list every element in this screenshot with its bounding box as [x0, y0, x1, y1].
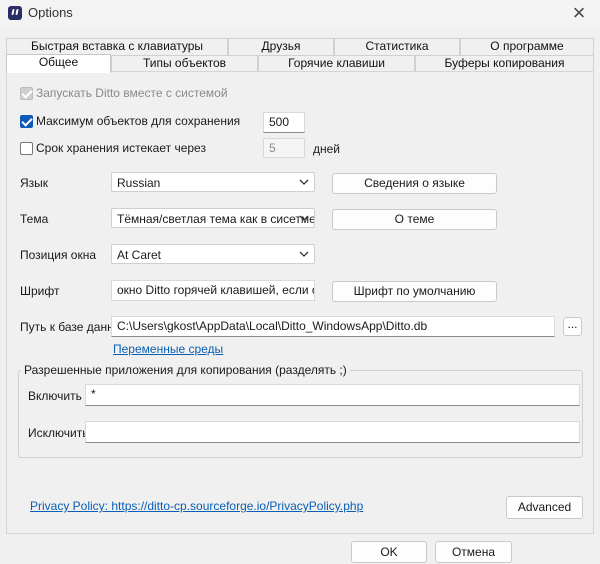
exclude-apps-input[interactable] — [85, 421, 580, 443]
default-font-button[interactable]: Шрифт по умолчанию — [332, 281, 497, 302]
font-preview-field[interactable]: окно Ditto горячей клавишей, если оно — [111, 280, 315, 301]
tab-hotkeys[interactable]: Горячие клавиши — [258, 55, 415, 72]
cancel-button[interactable]: Отмена — [435, 541, 512, 563]
theme-value: Тёмная/светлая тема как в сисетме — [117, 212, 315, 226]
db-path-input[interactable]: C:\Users\gkost\AppData\Local\Ditto_Windo… — [111, 316, 555, 337]
expire-checkbox[interactable] — [20, 142, 33, 155]
window-position-select[interactable]: At Caret — [111, 244, 315, 264]
language-select[interactable]: Russian — [111, 172, 315, 192]
title-bar: Options × — [0, 0, 600, 30]
advanced-button[interactable]: Advanced — [506, 496, 583, 519]
max-items-checkbox[interactable] — [20, 115, 33, 128]
language-label: Язык — [20, 176, 49, 190]
tab-quick-paste[interactable]: Быстрая вставка с клавиатуры — [6, 38, 228, 55]
chevron-down-icon — [299, 215, 309, 221]
language-info-button[interactable]: Сведения о языке — [332, 173, 497, 194]
expire-label: Срок хранения истекает через — [36, 141, 206, 155]
browse-db-button[interactable]: ... — [563, 317, 582, 336]
exclude-label: Исключить — [28, 426, 89, 440]
ok-button[interactable]: OK — [351, 541, 427, 563]
tab-copy-buffers[interactable]: Буферы копирования — [415, 55, 594, 72]
include-apps-input[interactable]: * — [85, 384, 580, 406]
about-theme-button[interactable]: О теме — [332, 209, 497, 230]
font-label: Шрифт — [20, 284, 60, 298]
max-items-input[interactable]: 500 — [263, 112, 305, 133]
expire-unit-label: дней — [313, 142, 341, 156]
start-with-system-checkbox[interactable] — [20, 87, 33, 100]
window-position-label: Позиция окна — [20, 248, 97, 262]
window-title: Options — [28, 5, 73, 20]
language-value: Russian — [117, 176, 161, 190]
db-path-label: Путь к базе данн — [20, 320, 114, 334]
max-items-label: Максимум объектов для сохранения — [36, 114, 241, 128]
start-with-system-label: Запускать Ditto вместе с системой — [36, 86, 228, 100]
allowed-apps-title: Разрешенные приложения для копирования (… — [21, 363, 350, 377]
tab-friends[interactable]: Друзья — [228, 38, 334, 55]
tab-statistics[interactable]: Статистика — [334, 38, 460, 55]
tab-about[interactable]: О программе — [460, 38, 594, 55]
theme-label: Тема — [20, 212, 49, 226]
close-icon[interactable]: × — [566, 2, 592, 26]
chevron-down-icon — [299, 179, 309, 185]
theme-select[interactable]: Тёмная/светлая тема как в сисетме — [111, 208, 315, 228]
privacy-policy-link[interactable]: Privacy Policy: https://ditto-cp.sourcef… — [30, 499, 363, 513]
environment-variables-link[interactable]: Переменные среды — [113, 342, 223, 356]
include-label: Включить — [28, 389, 82, 403]
window-position-value: At Caret — [117, 248, 162, 262]
ditto-app-icon — [8, 6, 22, 20]
tab-object-types[interactable]: Типы объектов — [111, 55, 258, 72]
tab-general[interactable]: Общее — [6, 54, 111, 73]
expire-days-input[interactable]: 5 — [263, 138, 305, 158]
chevron-down-icon — [299, 251, 309, 257]
